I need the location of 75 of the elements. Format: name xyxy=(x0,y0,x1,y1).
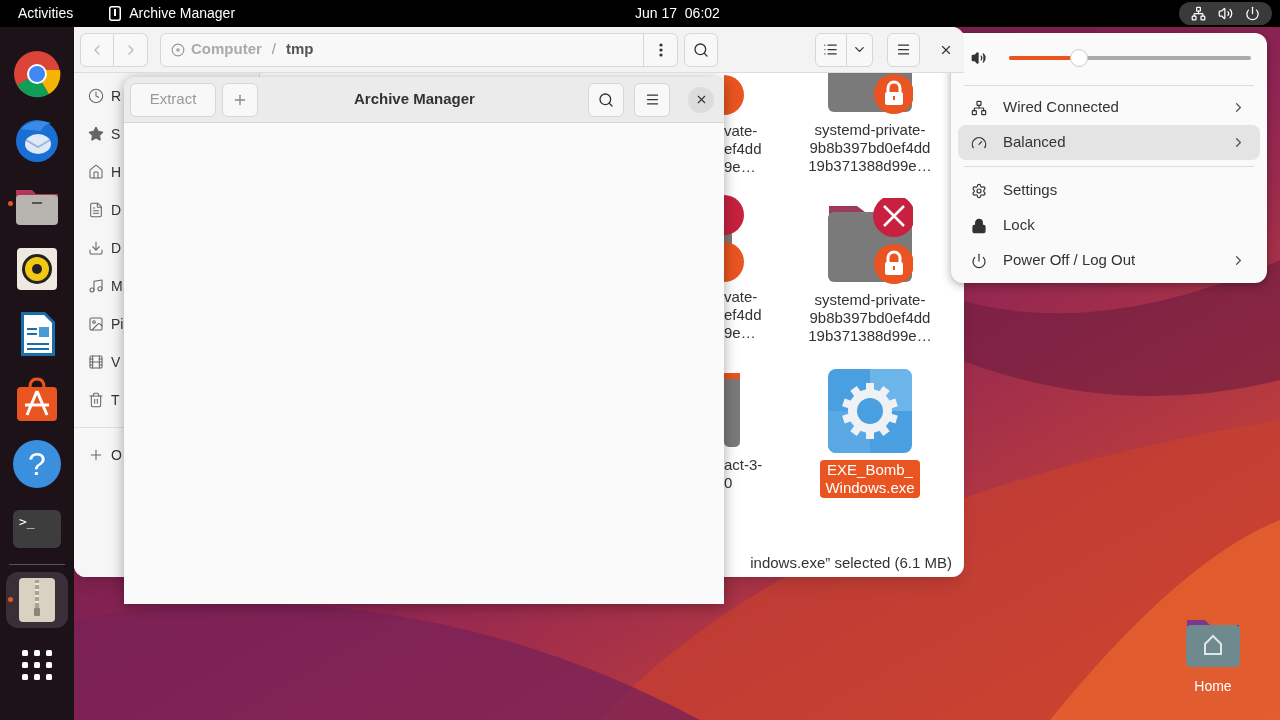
volume-icon xyxy=(971,50,987,66)
sidebar-item[interactable]: Pi xyxy=(74,305,124,343)
sidebar-item[interactable]: D xyxy=(74,229,124,267)
file-name-line: ef4dd xyxy=(724,140,762,158)
menu-item[interactable]: Settings xyxy=(958,173,1260,208)
app-menu-title[interactable]: Archive Manager xyxy=(129,3,236,24)
menu-icon xyxy=(896,42,912,57)
window-title: Archive Manager xyxy=(354,89,475,110)
search-icon xyxy=(598,91,614,108)
path-segment[interactable]: tmp xyxy=(286,38,314,61)
download-icon xyxy=(88,240,104,256)
file-name-line: vate- xyxy=(724,288,759,306)
sidebar-item[interactable]: M xyxy=(74,267,124,305)
document-icon xyxy=(88,202,104,218)
image-icon xyxy=(88,316,104,332)
status-text: indows.exe” selected (6.1 MB) xyxy=(750,552,952,573)
plus-icon xyxy=(88,447,104,463)
settings-icon xyxy=(971,182,987,199)
browser-icon[interactable] xyxy=(13,50,61,98)
file-name-line: vate- xyxy=(724,122,759,140)
disk-icon xyxy=(171,42,185,57)
search-button[interactable] xyxy=(684,32,718,67)
slider-thumb[interactable] xyxy=(1070,49,1089,67)
terminal-icon[interactable]: >_ xyxy=(13,510,61,548)
sidebar-item[interactable]: S xyxy=(74,115,124,153)
network-icon xyxy=(971,99,987,116)
sidebar-item[interactable]: V xyxy=(74,343,124,381)
music-note-icon xyxy=(88,278,104,294)
file-name-line: 9e… xyxy=(724,158,757,176)
activities-button[interactable]: Activities xyxy=(18,3,74,24)
sidebar-item[interactable]: D xyxy=(74,191,124,229)
clock-icon xyxy=(88,88,104,104)
trash-icon xyxy=(88,392,104,408)
dock-item[interactable] xyxy=(6,572,68,628)
view-button[interactable] xyxy=(814,32,847,67)
desktop-icon-label[interactable]: Home xyxy=(1194,676,1232,697)
film-icon xyxy=(88,354,104,370)
path-bar[interactable]: Computer / tmp xyxy=(160,32,679,67)
file-name[interactable]: EXE_Bomb_ Windows.exe xyxy=(820,460,920,498)
volume-icon xyxy=(1218,6,1233,21)
file-name-line: ef4dd xyxy=(724,306,762,324)
sidebar-item[interactable]: H xyxy=(74,153,124,191)
menu-item[interactable]: Balanced xyxy=(958,125,1260,160)
file-name[interactable]: systemd-private- 9b8b397bd0ef4dd 19b371388d99e… xyxy=(803,290,937,346)
gear-file-icon[interactable] xyxy=(827,368,913,454)
menu-button[interactable] xyxy=(886,32,921,67)
sidebar-item[interactable]: T xyxy=(74,381,124,419)
home-icon xyxy=(88,164,104,180)
menu-icon xyxy=(644,92,660,107)
network-icon xyxy=(1191,6,1206,21)
menu-item[interactable]: Wired Connected xyxy=(958,90,1260,125)
more-icon xyxy=(658,42,663,57)
power-icon xyxy=(1245,6,1260,21)
star-icon xyxy=(88,126,104,142)
archive-icon xyxy=(109,6,122,21)
sidebar-item[interactable]: R xyxy=(74,77,124,115)
status-area[interactable] xyxy=(1179,2,1272,25)
file-name-line: act-3- xyxy=(724,456,763,474)
clock[interactable]: Jun 17 06:02 xyxy=(635,3,720,24)
lock-icon xyxy=(971,217,987,234)
menu-item[interactable]: Lock xyxy=(958,208,1260,243)
menu-button[interactable] xyxy=(634,82,670,117)
list-icon xyxy=(823,42,839,57)
file-name-line: 0 xyxy=(724,474,734,492)
dock-item[interactable]: >_ xyxy=(6,501,68,557)
gauge-icon xyxy=(971,134,987,151)
search-button[interactable] xyxy=(588,82,624,117)
path-separator: / xyxy=(271,39,276,60)
locked-folder-icon[interactable] xyxy=(827,198,913,284)
file-name[interactable]: systemd-private- 9b8b397bd0ef4dd 19b371388d99e… xyxy=(803,120,937,176)
menu-item[interactable]: Power Off / Log Out xyxy=(958,243,1260,278)
search-icon xyxy=(693,41,710,58)
file-name-line: 9e… xyxy=(724,324,757,342)
sidebar-item[interactable]: O xyxy=(74,436,124,474)
power-icon xyxy=(971,252,987,269)
